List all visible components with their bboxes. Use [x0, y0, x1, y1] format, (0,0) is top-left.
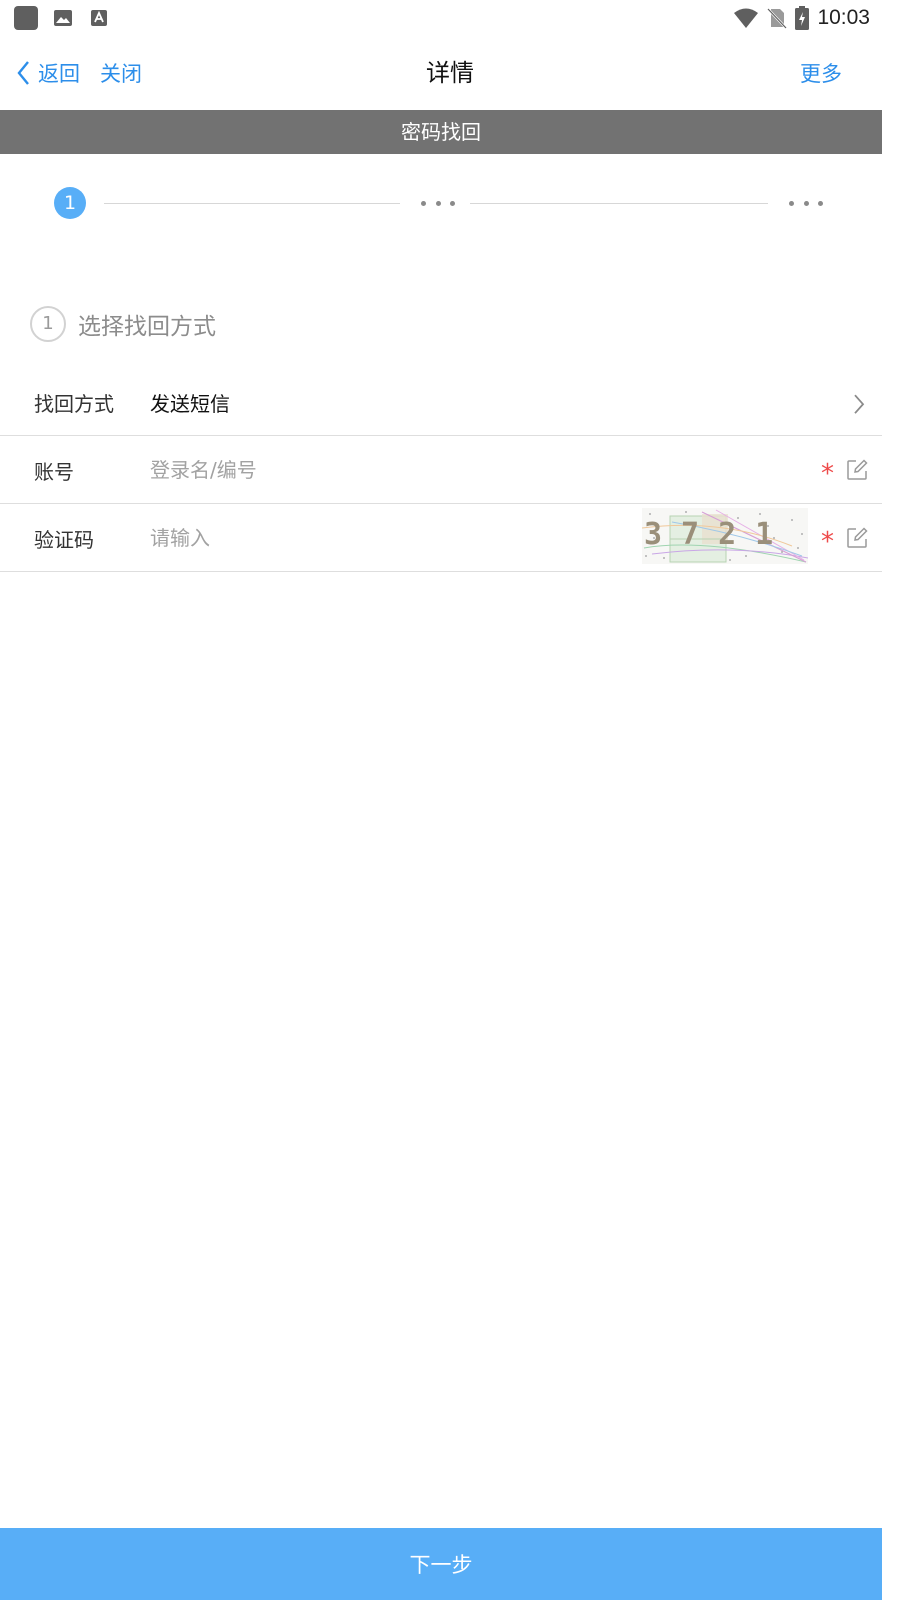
account-label: 账号: [34, 459, 74, 484]
captcha-row: 验证码 3721 *: [0, 504, 882, 572]
next-step-button[interactable]: 下一步: [0, 1528, 882, 1600]
captcha-code: 3721: [644, 517, 792, 552]
step-2-indicator: [421, 190, 455, 216]
section-banner: 密码找回: [0, 110, 882, 154]
battery-charging-icon: [795, 6, 810, 30]
step-connector: [104, 203, 400, 204]
page-title: 详情: [426, 59, 474, 87]
font-download-icon: [88, 7, 110, 29]
status-bar-left: [14, 5, 110, 31]
step-number-badge: 1: [30, 306, 66, 342]
required-mark: *: [821, 526, 834, 557]
method-row[interactable]: 找回方式 发送短信: [0, 368, 882, 436]
account-input[interactable]: [150, 452, 790, 488]
row-divider: [0, 571, 882, 572]
nav-bar: 返回 关闭 详情 更多: [0, 36, 882, 110]
method-label: 找回方式: [34, 391, 114, 416]
no-sim-icon: [767, 8, 788, 29]
captcha-label: 验证码: [34, 527, 94, 552]
edit-icon: [847, 459, 868, 480]
edit-icon: [847, 527, 868, 548]
image-icon: [52, 7, 74, 29]
status-bar: 10:03: [0, 0, 882, 36]
wifi-icon: [734, 8, 759, 28]
status-bar-right: 10:03: [725, 4, 870, 32]
required-mark: *: [821, 458, 834, 489]
app-icon: [14, 6, 38, 30]
step-3-indicator: [789, 190, 823, 216]
step-heading-text: 选择找回方式: [78, 314, 216, 340]
method-value: 发送短信: [150, 391, 230, 416]
captcha-image[interactable]: 3721: [642, 508, 808, 564]
captcha-input[interactable]: [150, 520, 630, 556]
step-connector: [470, 203, 768, 204]
account-row: 账号 *: [0, 436, 882, 504]
status-time: 10:03: [817, 6, 870, 29]
step-1-indicator: 1: [54, 187, 86, 219]
chevron-right-icon: [854, 394, 865, 414]
progress-stepper: 1: [0, 154, 882, 254]
step-heading: 1 选择找回方式: [30, 306, 216, 342]
more-button[interactable]: 更多: [800, 56, 842, 90]
